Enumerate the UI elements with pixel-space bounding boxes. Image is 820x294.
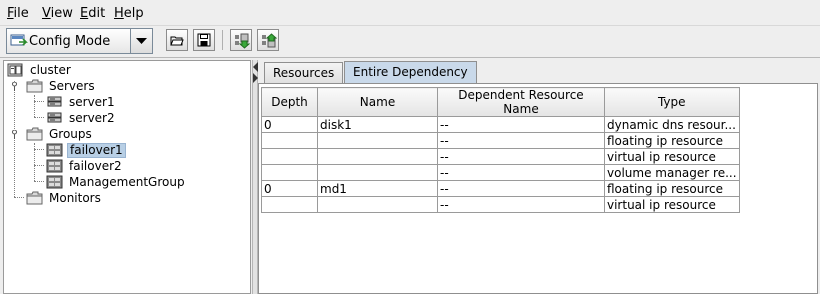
cluster-tree[interactable]: cluster Servers server1 server2 Groups f…: [3, 60, 251, 294]
cluster-icon: [7, 63, 23, 77]
tree-line: [34, 101, 44, 102]
tab-resources[interactable]: Resources: [264, 62, 344, 83]
tree-node-label: failover2: [69, 159, 122, 173]
mode-select-dropdown-button[interactable]: [130, 29, 152, 53]
tree-line: [34, 165, 44, 166]
column-header-dependent-resource-name[interactable]: Dependent Resource Name: [437, 87, 605, 117]
table-row[interactable]: 0 md1 -- floating ip resource: [261, 180, 740, 197]
tree-line: [34, 181, 44, 182]
group-icon: [46, 175, 63, 189]
cell-dependent-resource: --: [437, 196, 605, 213]
cell-type: volume manager re...: [604, 164, 740, 181]
cell-dependent-resource: --: [437, 116, 605, 133]
cell-depth: [261, 148, 318, 165]
save-button[interactable]: [193, 29, 215, 51]
mode-select-value: Config Mode: [29, 34, 111, 49]
tree-line: [14, 81, 15, 197]
download-button[interactable]: [230, 29, 252, 51]
group-icon: [46, 143, 63, 157]
column-header-depth[interactable]: Depth: [261, 87, 318, 117]
menu-bar: File View Edit Help: [0, 0, 820, 26]
server-icon: [47, 112, 62, 123]
tree-node-label: Monitors: [49, 191, 101, 205]
table-row[interactable]: -- virtual ip resource: [261, 196, 740, 213]
upload-arrow-icon: [262, 33, 277, 48]
cell-depth: [261, 132, 318, 149]
cell-type: dynamic dns resour...: [604, 116, 740, 133]
cell-depth: [261, 164, 318, 181]
toolbar: Config Mode: [0, 26, 820, 58]
group-icon: [46, 159, 63, 173]
cell-type: floating ip resource: [604, 132, 740, 149]
folder-icon: [26, 127, 43, 141]
cell-depth: [261, 196, 318, 213]
menu-help[interactable]: Help: [114, 6, 144, 21]
tree-node-label: server1: [69, 95, 115, 109]
table-row[interactable]: -- volume manager re...: [261, 164, 740, 181]
tree-node-label: server2: [69, 111, 115, 125]
cell-name: [317, 196, 438, 213]
menu-view[interactable]: View: [42, 6, 73, 21]
cell-dependent-resource: --: [437, 132, 605, 149]
cell-name: [317, 132, 438, 149]
cell-dependent-resource: --: [437, 164, 605, 181]
cell-name: [317, 164, 438, 181]
tree-node-label: cluster: [30, 63, 71, 77]
open-button[interactable]: [166, 29, 188, 51]
column-header-type[interactable]: Type: [604, 87, 740, 117]
cell-name: md1: [317, 180, 438, 197]
menu-file[interactable]: File: [7, 6, 29, 21]
table-row[interactable]: -- floating ip resource: [261, 132, 740, 149]
cell-name: [317, 148, 438, 165]
expand-toggle-icon[interactable]: [10, 82, 19, 91]
server-icon: [47, 96, 62, 107]
toolbar-separator: [222, 30, 223, 50]
column-header-name[interactable]: Name: [317, 87, 438, 117]
menu-edit[interactable]: Edit: [80, 6, 105, 21]
upload-button[interactable]: [257, 29, 279, 51]
tree-line: [34, 95, 35, 117]
cell-depth: 0: [261, 180, 318, 197]
folder-icon: [26, 191, 43, 205]
tree-node-label: Groups: [49, 127, 92, 141]
tab-content: Depth Name Dependent Resource Name Type …: [258, 83, 818, 294]
mode-select[interactable]: Config Mode: [6, 28, 153, 54]
tree-line: [34, 149, 44, 150]
detail-pane: Resources Entire Dependency Depth Name D…: [258, 60, 820, 294]
table-row[interactable]: -- virtual ip resource: [261, 148, 740, 165]
expand-toggle-icon[interactable]: [10, 130, 19, 139]
folder-icon: [26, 79, 43, 93]
cell-dependent-resource: --: [437, 148, 605, 165]
tree-line: [34, 117, 44, 118]
cell-type: floating ip resource: [604, 180, 740, 197]
tree-node-label: Servers: [49, 79, 95, 93]
cell-name: disk1: [317, 116, 438, 133]
dependency-table: Depth Name Dependent Resource Name Type …: [261, 87, 740, 213]
tree-line: [14, 197, 24, 198]
cell-type: virtual ip resource: [604, 196, 740, 213]
table-header-row: Depth Name Dependent Resource Name Type: [261, 87, 740, 117]
table-row[interactable]: 0 disk1 -- dynamic dns resour...: [261, 116, 740, 133]
open-folder-icon: [170, 36, 184, 46]
tab-entire-dependency[interactable]: Entire Dependency: [344, 61, 477, 83]
tree-node-label-selected: failover1: [67, 143, 126, 158]
config-mode-icon: [10, 34, 28, 46]
cell-type: virtual ip resource: [604, 148, 740, 165]
cell-dependent-resource: --: [437, 180, 605, 197]
save-disk-icon: [197, 33, 211, 47]
download-arrow-icon: [235, 33, 250, 49]
tree-node-label: ManagementGroup: [69, 175, 185, 189]
cell-depth: 0: [261, 116, 318, 133]
chevron-down-icon: [136, 38, 147, 44]
